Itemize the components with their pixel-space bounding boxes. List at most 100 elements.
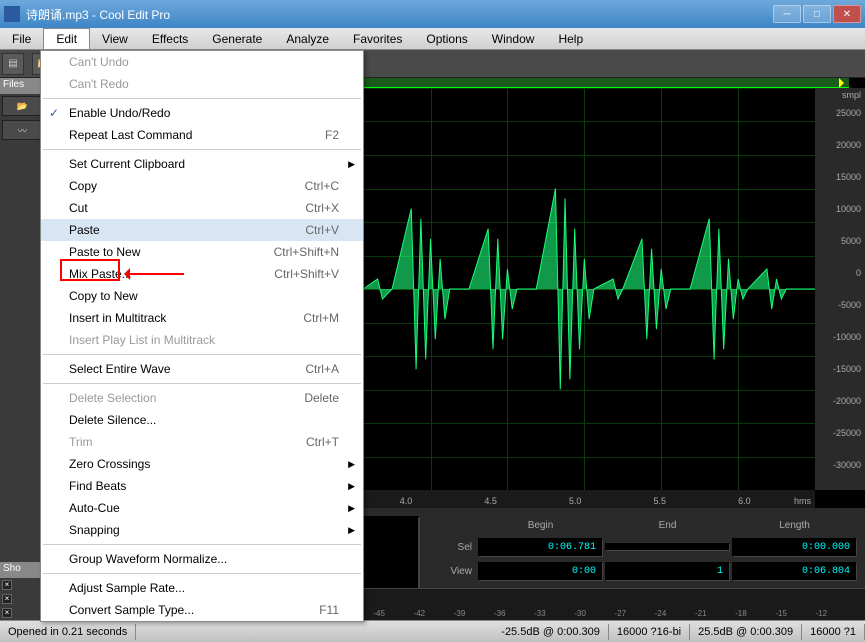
menu-item-delete-silence-[interactable]: Delete Silence... — [41, 409, 363, 431]
meter-tick: -21 — [695, 609, 707, 618]
status-cell: 16000 ?1 — [802, 624, 865, 640]
statusbar: Opened in 0.21 seconds -25.5dB @ 0:00.30… — [0, 620, 865, 642]
menu-item-copy[interactable]: CopyCtrl+C — [41, 175, 363, 197]
yaxis-tick: 10000 — [836, 204, 861, 214]
selinfo-value — [605, 543, 730, 551]
meter-tick: -39 — [454, 609, 466, 618]
menu-item-find-beats[interactable]: Find Beats▶ — [41, 475, 363, 497]
menu-effects[interactable]: Effects — [140, 29, 200, 49]
menubar: FileEditViewEffectsGenerateAnalyzeFavori… — [0, 28, 865, 50]
yaxis-tick: -25000 — [833, 428, 861, 438]
meter-tick: -33 — [534, 609, 546, 618]
meter-tick: -30 — [574, 609, 586, 618]
menu-favorites[interactable]: Favorites — [341, 29, 414, 49]
menu-item-paste[interactable]: PasteCtrl+V — [41, 219, 363, 241]
menu-item-zero-crossings[interactable]: Zero Crossings▶ — [41, 453, 363, 475]
selinfo-value: 0:00.000 — [732, 538, 857, 557]
status-left: Opened in 0.21 seconds — [0, 624, 136, 640]
waveform-icon[interactable]: 〰 — [2, 120, 43, 140]
app-icon — [4, 6, 20, 22]
menu-item-paste-to-new[interactable]: Paste to NewCtrl+Shift+N — [41, 241, 363, 263]
yaxis-tick: -20000 — [833, 396, 861, 406]
yaxis-tick: -10000 — [833, 332, 861, 342]
close-button[interactable]: ✕ — [833, 5, 861, 23]
menu-item-mix-paste-[interactable]: Mix Paste...Ctrl+Shift+V — [41, 263, 363, 285]
yaxis-unit: smpl — [842, 90, 861, 100]
meter-tick: -42 — [414, 609, 426, 618]
status-cell: -25.5dB @ 0:00.309 — [493, 624, 609, 640]
menu-options[interactable]: Options — [414, 29, 479, 49]
time-tick: 5.0 — [569, 496, 582, 506]
time-unit: hms — [794, 496, 811, 506]
selinfo-header: Length — [732, 520, 857, 531]
menu-file[interactable]: File — [0, 29, 43, 49]
time-tick: 4.5 — [484, 496, 497, 506]
amplitude-axis: smpl 25000 20000 15000 10000 5000 0 -5000 -1000… — [815, 88, 865, 490]
meter-tick: -15 — [775, 609, 787, 618]
yaxis-tick: -5000 — [838, 300, 861, 310]
menu-item-insert-in-multitrack[interactable]: Insert in MultitrackCtrl+M — [41, 307, 363, 329]
open-file-icon[interactable]: 📂 — [2, 96, 43, 116]
meter-tick: -24 — [655, 609, 667, 618]
selinfo-value: 1 — [605, 562, 730, 581]
menu-analyze[interactable]: Analyze — [274, 29, 341, 49]
menu-item-convert-sample-type-[interactable]: Convert Sample Type...F11 — [41, 599, 363, 621]
menu-item-cut[interactable]: CutCtrl+X — [41, 197, 363, 219]
toolbar-button[interactable]: ▤ — [2, 53, 24, 75]
meter-tick: -36 — [494, 609, 506, 618]
menu-generate[interactable]: Generate — [200, 29, 274, 49]
menu-item-auto-cue[interactable]: Auto-Cue▶ — [41, 497, 363, 519]
time-tick: 5.5 — [654, 496, 667, 506]
selinfo-value: 0:06.804 — [732, 562, 857, 581]
menu-view[interactable]: View — [90, 29, 140, 49]
meter-tick: -45 — [373, 609, 385, 618]
show-header: Sho — [0, 562, 45, 578]
yaxis-tick: -30000 — [833, 460, 861, 470]
selinfo-header: Begin — [478, 520, 603, 531]
menu-item-group-waveform-normalize-[interactable]: Group Waveform Normalize... — [41, 548, 363, 570]
minimize-button[interactable]: ─ — [773, 5, 801, 23]
menu-item-can-t-redo: Can't Redo — [41, 73, 363, 95]
menu-item-adjust-sample-rate-[interactable]: Adjust Sample Rate... — [41, 577, 363, 599]
maximize-button[interactable]: □ — [803, 5, 831, 23]
status-cell: 25.5dB @ 0:00.309 — [690, 624, 802, 640]
yaxis-tick: 15000 — [836, 172, 861, 182]
meter-tick: -12 — [816, 609, 828, 618]
show-check-2[interactable]: × — [0, 592, 45, 606]
menu-item-copy-to-new[interactable]: Copy to New — [41, 285, 363, 307]
menu-item-set-current-clipboard[interactable]: Set Current Clipboard▶ — [41, 153, 363, 175]
yaxis-tick: 0 — [856, 268, 861, 278]
selinfo-value: 0:06.781 — [478, 538, 603, 557]
menu-item-snapping[interactable]: Snapping▶ — [41, 519, 363, 541]
time-tick: 6.0 — [738, 496, 751, 506]
time-tick: 4.0 — [400, 496, 413, 506]
show-check-1[interactable]: × — [0, 578, 45, 592]
menu-window[interactable]: Window — [480, 29, 547, 49]
selinfo-label: View — [436, 566, 476, 577]
meter-tick: -18 — [735, 609, 747, 618]
show-check-3[interactable]: × — [0, 606, 45, 620]
yaxis-tick: 20000 — [836, 140, 861, 150]
selinfo-header: End — [605, 520, 730, 531]
annotation-arrow — [118, 268, 184, 280]
edit-menu-dropdown: Can't UndoCan't Redo ✓Enable Undo/RedoRep… — [40, 50, 364, 622]
menu-item-insert-play-list-in-multitrack: Insert Play List in Multitrack — [41, 329, 363, 351]
menu-item-trim: TrimCtrl+T — [41, 431, 363, 453]
menu-help[interactable]: Help — [546, 29, 595, 49]
yaxis-tick: 25000 — [836, 108, 861, 118]
menu-item-repeat-last-command[interactable]: Repeat Last CommandF2 — [41, 124, 363, 146]
menu-item-enable-undo-redo[interactable]: ✓Enable Undo/Redo — [41, 102, 363, 124]
menu-item-delete-selection: Delete SelectionDelete — [41, 387, 363, 409]
titlebar: 诗朗诵.mp3 - Cool Edit Pro ─ □ ✕ — [0, 0, 865, 28]
menu-item-can-t-undo: Can't Undo — [41, 51, 363, 73]
meter-tick: -27 — [615, 609, 627, 618]
sidebar-header: Files — [0, 78, 45, 94]
menu-edit[interactable]: Edit — [43, 28, 90, 49]
yaxis-tick: 5000 — [841, 236, 861, 246]
selinfo-label: Sel — [436, 542, 476, 553]
status-cell: 16000 ?16-bi — [609, 624, 690, 640]
menu-item-select-entire-wave[interactable]: Select Entire WaveCtrl+A — [41, 358, 363, 380]
window-title: 诗朗诵.mp3 - Cool Edit Pro — [26, 6, 773, 23]
selinfo-value: 0:00 — [478, 562, 603, 581]
yaxis-tick: -15000 — [833, 364, 861, 374]
